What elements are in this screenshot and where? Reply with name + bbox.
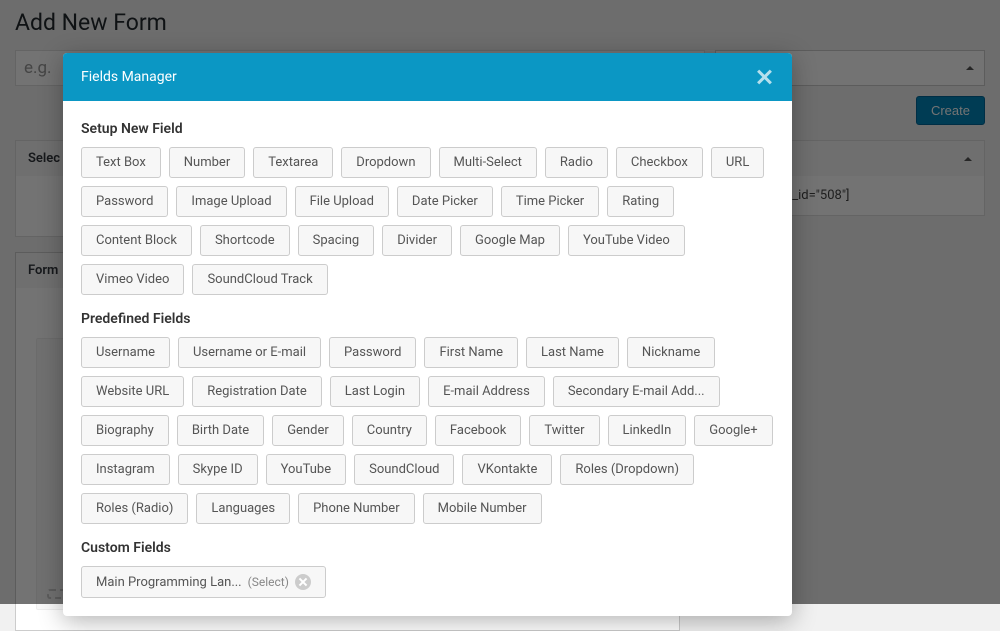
field-last-name[interactable]: Last Name	[526, 337, 619, 368]
field-vkontakte[interactable]: VKontakte	[462, 454, 552, 485]
field-facebook[interactable]: Facebook	[435, 415, 521, 446]
section-title-setup: Setup New Field	[81, 121, 774, 137]
field-skype-id[interactable]: Skype ID	[178, 454, 258, 485]
field-spacing[interactable]: Spacing	[298, 225, 375, 256]
field-rating[interactable]: Rating	[607, 186, 674, 217]
field-instagram[interactable]: Instagram	[81, 454, 170, 485]
field-dropdown[interactable]: Dropdown	[341, 147, 430, 178]
field-gender[interactable]: Gender	[272, 415, 344, 446]
predefined-fields-grid: Username Username or E-mail Password First …	[81, 337, 774, 524]
field-username-or-e-mail[interactable]: Username or E-mail	[178, 337, 321, 368]
field-roles-radio[interactable]: Roles (Radio)	[81, 493, 188, 524]
field-twitter[interactable]: Twitter	[529, 415, 599, 446]
field-google-map[interactable]: Google Map	[460, 225, 560, 256]
field-last-login[interactable]: Last Login	[330, 376, 420, 407]
field-type: (Select)	[248, 575, 289, 589]
field-vimeo-video[interactable]: Vimeo Video	[81, 264, 184, 295]
field-textarea[interactable]: Textarea	[253, 147, 333, 178]
field-content-block[interactable]: Content Block	[81, 225, 192, 256]
field-shortcode[interactable]: Shortcode	[200, 225, 290, 256]
field-image-upload[interactable]: Image Upload	[176, 186, 286, 217]
field-text-box[interactable]: Text Box	[81, 147, 161, 178]
field-soundcloud-track[interactable]: SoundCloud Track	[192, 264, 327, 295]
field-url[interactable]: URL	[711, 147, 764, 178]
field-password[interactable]: Password	[329, 337, 416, 368]
field-radio[interactable]: Radio	[545, 147, 608, 178]
setup-fields-grid: Text Box Number Textarea Dropdown Multi-Sele…	[81, 147, 774, 295]
close-icon[interactable]	[754, 67, 774, 87]
fields-manager-modal: Fields Manager Setup New Field Text Box N…	[63, 53, 792, 616]
field-multi-select[interactable]: Multi-Select	[439, 147, 537, 178]
field-main-programming-lan[interactable]: Main Programming Lan... (Select)	[81, 566, 326, 598]
section-title-predefined: Predefined Fields	[81, 311, 774, 327]
field-username[interactable]: Username	[81, 337, 170, 368]
remove-field-icon[interactable]	[295, 574, 311, 590]
custom-fields-grid: Main Programming Lan... (Select)	[81, 566, 774, 598]
field-secondary-e-mail-add[interactable]: Secondary E-mail Add...	[553, 376, 720, 407]
field-file-upload[interactable]: File Upload	[295, 186, 389, 217]
field-website-url[interactable]: Website URL	[81, 376, 184, 407]
field-youtube[interactable]: YouTube	[266, 454, 347, 485]
field-divider[interactable]: Divider	[382, 225, 452, 256]
field-password[interactable]: Password	[81, 186, 168, 217]
field-biography[interactable]: Biography	[81, 415, 169, 446]
field-country[interactable]: Country	[352, 415, 427, 446]
field-nickname[interactable]: Nickname	[627, 337, 715, 368]
field-checkbox[interactable]: Checkbox	[616, 147, 703, 178]
field-birth-date[interactable]: Birth Date	[177, 415, 264, 446]
field-phone-number[interactable]: Phone Number	[298, 493, 415, 524]
field-soundcloud[interactable]: SoundCloud	[354, 454, 454, 485]
field-time-picker[interactable]: Time Picker	[501, 186, 599, 217]
field-label: Main Programming Lan...	[96, 575, 242, 590]
field-number[interactable]: Number	[169, 147, 245, 178]
field-roles-dropdown[interactable]: Roles (Dropdown)	[560, 454, 694, 485]
field-linkedin[interactable]: LinkedIn	[608, 415, 687, 446]
modal-title: Fields Manager	[81, 69, 177, 85]
field-google[interactable]: Google+	[694, 415, 772, 446]
field-youtube-video[interactable]: YouTube Video	[568, 225, 685, 256]
field-first-name[interactable]: First Name	[424, 337, 518, 368]
field-languages[interactable]: Languages	[196, 493, 290, 524]
field-e-mail-address[interactable]: E-mail Address	[428, 376, 545, 407]
field-mobile-number[interactable]: Mobile Number	[423, 493, 542, 524]
field-registration-date[interactable]: Registration Date	[192, 376, 322, 407]
field-date-picker[interactable]: Date Picker	[397, 186, 493, 217]
section-title-custom: Custom Fields	[81, 540, 774, 556]
